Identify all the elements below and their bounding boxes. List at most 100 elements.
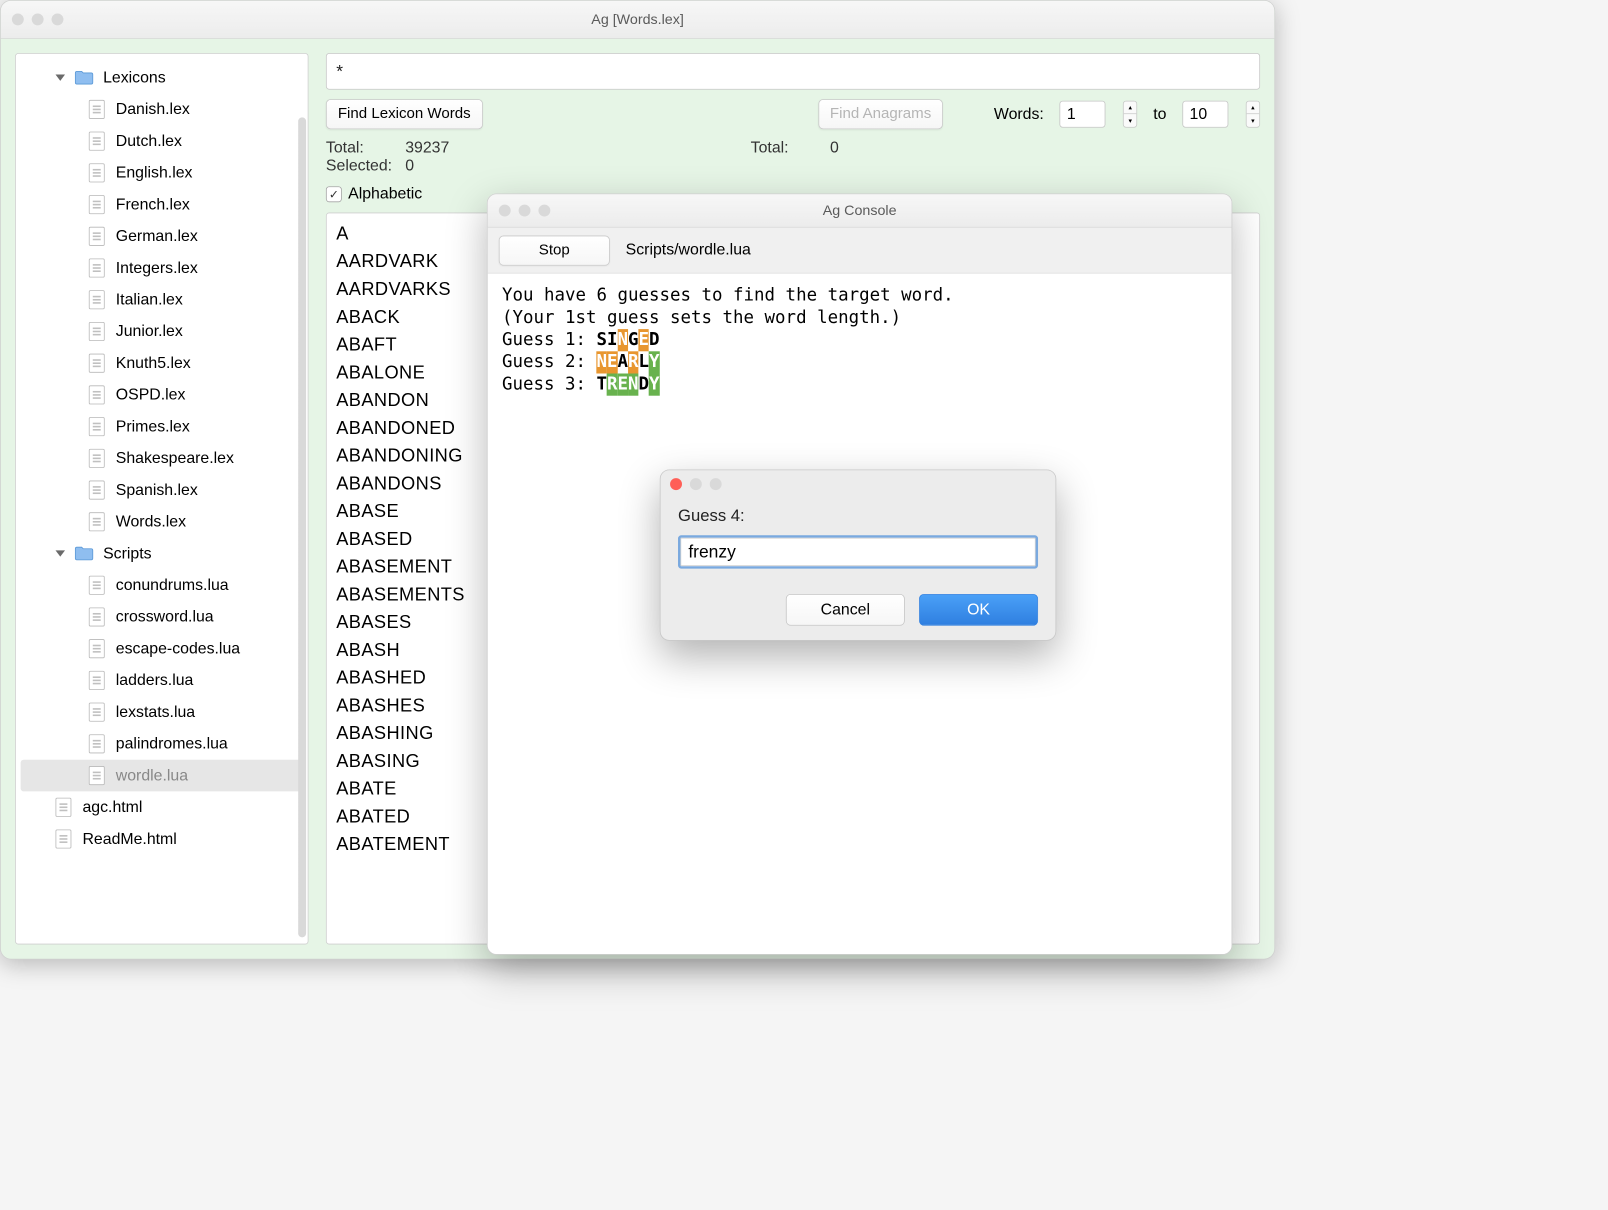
sidebar-item-label: palindromes.lua [116,735,228,753]
sidebar-folder-lexicons[interactable]: Lexicons [21,62,303,94]
script-path: Scripts/wordle.lua [626,241,751,259]
document-icon [56,798,72,817]
document-icon [89,607,105,626]
sidebar-item-label: ReadMe.html [82,830,176,848]
document-icon [89,227,105,246]
sidebar-folder-scripts[interactable]: Scripts [21,538,303,570]
sidebar-item-danish-lex[interactable]: Danish.lex [21,94,303,126]
find-lexicon-button[interactable]: Find Lexicon Words [326,99,483,129]
sidebar-item-agc-html[interactable]: agc.html [21,791,303,823]
close-icon[interactable] [499,205,511,217]
sidebar-item-label: Spanish.lex [116,481,198,499]
sidebar-item-label: OSPD.lex [116,386,186,404]
search-value: * [336,61,343,82]
sidebar-item-integers-lex[interactable]: Integers.lex [21,252,303,284]
sidebar-item-readme-html[interactable]: ReadMe.html [21,823,303,855]
document-icon [89,766,105,785]
sidebar-item-label: Integers.lex [116,259,198,277]
words-to-input[interactable]: 10 [1182,101,1228,128]
words-from-stepper[interactable]: ▴▾ [1123,101,1137,128]
sidebar-item-words-lex[interactable]: Words.lex [21,506,303,538]
ok-button[interactable]: OK [919,594,1038,626]
sidebar-item-label: conundrums.lua [116,576,229,594]
sidebar-item-label: crossword.lua [116,608,214,626]
document-icon [89,639,105,658]
sidebar-item-label: Junior.lex [116,322,183,340]
document-icon [89,100,105,119]
scrollbar[interactable] [298,117,306,937]
sidebar-item-knuth5-lex[interactable]: Knuth5.lex [21,347,303,379]
sidebar-item-label: Italian.lex [116,291,183,309]
sidebar-item-label: Dutch.lex [116,132,182,150]
sidebar-item-english-lex[interactable]: English.lex [21,157,303,189]
console-titlebar: Ag Console [488,194,1232,227]
words-from-input[interactable]: 1 [1060,101,1106,128]
sidebar-item-wordle-lua[interactable]: wordle.lua [21,760,303,792]
total-left-value: 39237 [405,139,449,156]
sidebar-item-palindromes-lua[interactable]: palindromes.lua [21,728,303,760]
sidebar-item-label: Danish.lex [116,100,190,118]
zoom-icon[interactable] [710,478,722,490]
document-icon [89,703,105,722]
sidebar-item-spanish-lex[interactable]: Spanish.lex [21,474,303,506]
folder-icon [75,546,94,560]
sidebar-item-ladders-lua[interactable]: ladders.lua [21,665,303,697]
words-label: Words: [994,105,1044,123]
chevron-down-icon[interactable] [56,75,66,81]
selected-value: 0 [405,157,414,174]
guess-input[interactable] [678,535,1038,568]
sidebar-item-label: Primes.lex [116,418,190,436]
chevron-down-icon[interactable]: ▾ [1124,114,1137,127]
sidebar-item-label: lexstats.lua [116,703,195,721]
minimize-icon[interactable] [690,478,702,490]
minimize-icon[interactable] [32,13,44,25]
alphabetic-checkbox[interactable]: ✓ [326,186,342,202]
chevron-up-icon[interactable]: ▴ [1247,102,1260,115]
sidebar-item-lexstats-lua[interactable]: lexstats.lua [21,696,303,728]
chevron-up-icon[interactable]: ▴ [1124,102,1137,115]
sidebar[interactable]: Lexicons Danish.lex Dutch.lex English.lexFr… [15,53,308,944]
sidebar-item-junior-lex[interactable]: Junior.lex [21,316,303,348]
find-anagrams-button[interactable]: Find Anagrams [818,99,943,129]
cancel-button[interactable]: Cancel [786,594,905,626]
document-icon [89,671,105,690]
minimize-icon[interactable] [519,205,531,217]
sidebar-item-ospd-lex[interactable]: OSPD.lex [21,379,303,411]
sidebar-item-conundrums-lua[interactable]: conundrums.lua [21,569,303,601]
sidebar-item-escape-codes-lua[interactable]: escape-codes.lua [21,633,303,665]
sidebar-item-label: Knuth5.lex [116,354,191,372]
folder-icon [75,71,94,85]
chevron-down-icon[interactable]: ▾ [1247,114,1260,127]
document-icon [89,512,105,531]
sidebar-item-german-lex[interactable]: German.lex [21,220,303,252]
document-icon [89,576,105,595]
sidebar-item-primes-lex[interactable]: Primes.lex [21,411,303,443]
document-icon [89,449,105,468]
sidebar-item-crossword-lua[interactable]: crossword.lua [21,601,303,633]
chevron-down-icon[interactable] [56,550,66,556]
prompt-label: Guess 4: [678,507,1038,526]
document-icon [89,354,105,373]
words-to-stepper[interactable]: ▴▾ [1246,101,1260,128]
total-right-label: Total: [751,139,830,157]
document-icon [89,734,105,753]
document-icon [89,195,105,214]
folder-label: Scripts [103,544,151,562]
traffic-lights [12,13,64,25]
close-icon[interactable] [670,478,682,490]
search-input[interactable]: * [326,53,1260,89]
document-icon [89,259,105,278]
sidebar-item-italian-lex[interactable]: Italian.lex [21,284,303,316]
zoom-icon[interactable] [538,205,550,217]
sidebar-item-dutch-lex[interactable]: Dutch.lex [21,125,303,157]
stop-button[interactable]: Stop [499,235,610,265]
main-titlebar: Ag [Words.lex] [1,1,1275,39]
document-icon [89,385,105,404]
sidebar-item-french-lex[interactable]: French.lex [21,189,303,221]
document-icon [89,290,105,309]
alphabetic-label: Alphabetic [348,185,422,203]
zoom-icon[interactable] [52,13,64,25]
close-icon[interactable] [12,13,24,25]
words-to-label: to [1153,105,1166,123]
sidebar-item-shakespeare-lex[interactable]: Shakespeare.lex [21,442,303,474]
